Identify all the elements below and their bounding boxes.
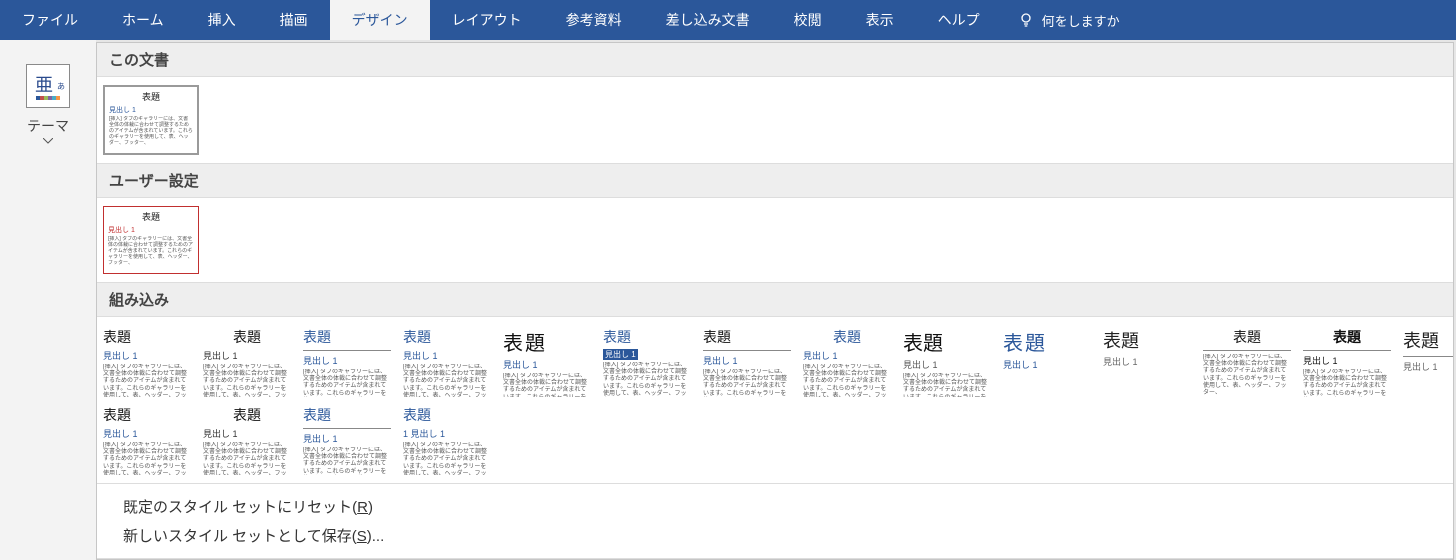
styleset-builtin-11[interactable]: 表題 見出し 1 bbox=[1099, 323, 1195, 397]
menu-save-new-styleset[interactable]: 新しいスタイル セットとして保存(S)... bbox=[123, 521, 1427, 550]
tab-file[interactable]: ファイル bbox=[0, 0, 100, 40]
section-user-body: 表題 見出し 1 [挿入] タブのギャラリーには、文書全体の体裁に合わせて調整す… bbox=[97, 198, 1453, 283]
section-this-document: この文書 bbox=[97, 43, 1453, 77]
ribbon-tabs: ファイル ホーム 挿入 描画 デザイン レイアウト 参考資料 差し込み文書 校閲… bbox=[0, 0, 1456, 40]
themes-icon: 亜 bbox=[35, 76, 53, 94]
tab-layout[interactable]: レイアウト bbox=[430, 0, 544, 40]
style-set-gallery: この文書 表題 見出し 1 [挿入] タブのギャラリーには、文書全体の体裁に合わ… bbox=[96, 42, 1454, 560]
lightbulb-icon bbox=[1018, 12, 1034, 28]
tab-review[interactable]: 校閲 bbox=[772, 0, 844, 40]
themes-button[interactable]: 亜 あ bbox=[26, 64, 70, 108]
section-builtin-body: 表題 見出し 1 [挿入] タブのギャラリーには、文書全体の体裁に合わせて調整す… bbox=[97, 317, 1453, 484]
tab-insert[interactable]: 挿入 bbox=[186, 0, 258, 40]
tab-draw[interactable]: 描画 bbox=[258, 0, 330, 40]
styleset-builtin-3[interactable]: 表題 見出し 1 [挿入] タブのギャラリーには、文書全体の体裁に合わせて調整す… bbox=[299, 323, 395, 397]
section-user: ユーザー設定 bbox=[97, 164, 1453, 198]
themes-dropdown[interactable] bbox=[43, 138, 53, 144]
styleset-builtin-1[interactable]: 表題 見出し 1 [挿入] タブのギャラリーには、文書全体の体裁に合わせて調整す… bbox=[99, 323, 195, 397]
styleset-builtin-13[interactable]: 表題 見出し 1 [挿入] タブのギャラリーには、文書全体の体裁に合わせて調整す… bbox=[1299, 323, 1395, 397]
styleset-user-1[interactable]: 表題 見出し 1 [挿入] タブのギャラリーには、文書全体の体裁に合わせて調整す… bbox=[103, 206, 199, 274]
styleset-builtin-14[interactable]: 表題 見出し 1 bbox=[1399, 323, 1454, 397]
tell-me-label: 何をしますか bbox=[1042, 11, 1120, 30]
styleset-builtin-7[interactable]: 表題 見出し 1 [挿入] タブのギャラリーには、文書全体の体裁に合わせて調整す… bbox=[699, 323, 795, 397]
gallery-menu: 既定のスタイル セットにリセット(R) 新しいスタイル セットとして保存(S).… bbox=[97, 484, 1453, 558]
styleset-this-document[interactable]: 表題 見出し 1 [挿入] タブのギャラリーには、文書全体の体裁に合わせて調整す… bbox=[103, 85, 199, 155]
styleset-builtin-4[interactable]: 表題 見出し 1 [挿入] タブのギャラリーには、文書全体の体裁に合わせて調整す… bbox=[399, 323, 495, 397]
design-pane: 亜 あ テーマ この文書 表題 見出し 1 [挿入] タブのギャラリーには、文書… bbox=[0, 40, 1456, 560]
tab-help[interactable]: ヘルプ bbox=[916, 0, 1002, 40]
themes-group: 亜 あ テーマ bbox=[0, 40, 96, 560]
tab-design[interactable]: デザイン bbox=[330, 0, 430, 40]
section-builtin: 組み込み bbox=[97, 283, 1453, 317]
tab-view[interactable]: 表示 bbox=[844, 0, 916, 40]
tab-mailings[interactable]: 差し込み文書 bbox=[644, 0, 772, 40]
styleset-builtin-5[interactable]: 表題 見出し 1 [挿入] タブのギャラリーには、文書全体の体裁に合わせて調整す… bbox=[499, 323, 595, 397]
styleset-builtin-15[interactable]: 表題 見出し 1 [挿入] タブのギャラリーには、文書全体の体裁に合わせて調整す… bbox=[99, 401, 195, 475]
styleset-builtin-16[interactable]: 表題 見出し 1 [挿入] タブのギャラリーには、文書全体の体裁に合わせて調整す… bbox=[199, 401, 295, 475]
section-this-document-body: 表題 見出し 1 [挿入] タブのギャラリーには、文書全体の体裁に合わせて調整す… bbox=[97, 77, 1453, 164]
styleset-builtin-10[interactable]: 表題 見出し 1 bbox=[999, 323, 1095, 397]
themes-label: テーマ bbox=[27, 116, 69, 136]
tab-references[interactable]: 参考資料 bbox=[544, 0, 644, 40]
styleset-builtin-9[interactable]: 表題 見出し 1 [挿入] タブのギャラリーには、文書全体の体裁に合わせて調整す… bbox=[899, 323, 995, 397]
tell-me-search[interactable]: 何をしますか bbox=[1002, 0, 1136, 40]
menu-reset-default[interactable]: 既定のスタイル セットにリセット(R) bbox=[123, 492, 1427, 521]
tab-home[interactable]: ホーム bbox=[100, 0, 186, 40]
theme-color-swatch-icon bbox=[36, 96, 60, 100]
styleset-builtin-12[interactable]: 表題 [挿入] タブのギャラリーには、文書全体の体裁に合わせて調整するためのアイ… bbox=[1199, 323, 1295, 397]
styleset-builtin-6[interactable]: 表題 見出し 1 [挿入] タブのギャラリーには、文書全体の体裁に合わせて調整す… bbox=[599, 323, 695, 397]
styleset-builtin-8[interactable]: 表題 見出し 1 [挿入] タブのギャラリーには、文書全体の体裁に合わせて調整す… bbox=[799, 323, 895, 397]
styleset-builtin-18[interactable]: 表題 1 見出し 1 [挿入] タブのギャラリーには、文書全体の体裁に合わせて調… bbox=[399, 401, 495, 475]
styleset-builtin-17[interactable]: 表題 見出し 1 [挿入] タブのギャラリーには、文書全体の体裁に合わせて調整す… bbox=[299, 401, 395, 475]
styleset-builtin-2[interactable]: 表題 見出し 1 [挿入] タブのギャラリーには、文書全体の体裁に合わせて調整す… bbox=[199, 323, 295, 397]
